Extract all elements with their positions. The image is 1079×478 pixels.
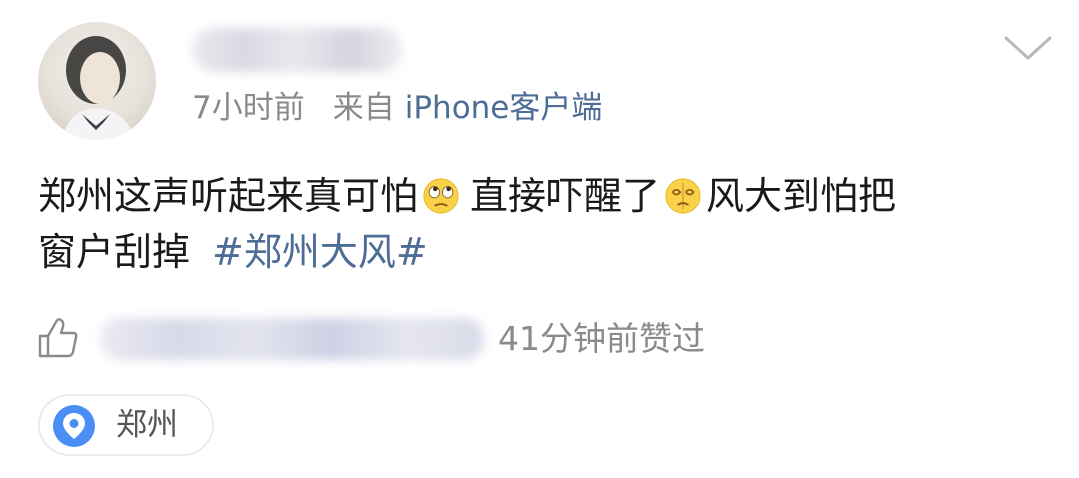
post-text-segment: 郑州这声听起来真可怕 xyxy=(38,174,419,218)
post-line-2: 窗户刮掉 #郑州大风# xyxy=(38,224,1048,280)
post-time: 7小时前 xyxy=(192,90,305,126)
post-text-segment: 窗户刮掉 xyxy=(38,230,191,274)
eye-roll-emoji xyxy=(423,178,459,214)
post-meta: 7小时前 来自 iPhone客户端 xyxy=(192,88,602,128)
avatar[interactable] xyxy=(38,22,156,140)
username-redacted[interactable] xyxy=(192,28,402,72)
post-text-segment: 直接吓醒了 xyxy=(470,174,661,218)
likes-summary: 41分钟前赞过 xyxy=(498,319,705,358)
location-tag[interactable]: 郑州 xyxy=(38,394,214,456)
post-text: 郑州这声听起来真可怕 直接吓醒了 风大到怕把 窗户刮掉 #郑州大风# xyxy=(38,168,1048,280)
liked-users-redacted[interactable] xyxy=(100,318,484,360)
post-text-segment: 风大到怕把 xyxy=(706,174,897,218)
post-line-1: 郑州这声听起来真可怕 直接吓醒了 风大到怕把 xyxy=(38,168,1048,224)
location-label: 郑州 xyxy=(116,407,178,443)
post-source-client[interactable]: iPhone客户端 xyxy=(405,90,603,126)
thumbs-up-icon[interactable] xyxy=(36,316,80,360)
chevron-down-icon[interactable] xyxy=(1003,34,1053,62)
map-pin-icon xyxy=(53,405,95,447)
post-source-prefix: 来自 xyxy=(332,90,395,126)
hashtag-link[interactable]: #郑州大风# xyxy=(212,230,428,274)
dizzy-face-emoji xyxy=(665,178,701,214)
